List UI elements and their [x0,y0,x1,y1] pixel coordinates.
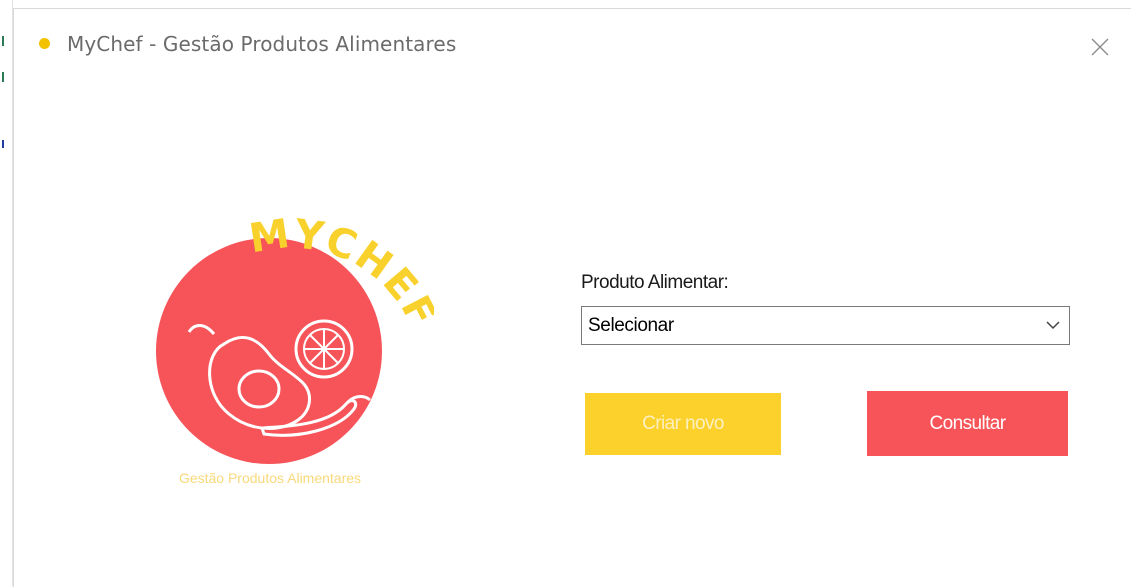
create-new-label: Criar novo [642,413,724,434]
create-new-button[interactable]: Criar novo [585,393,781,455]
background-window-edge [0,0,13,586]
background-window-mark [2,72,10,82]
mychef-logo: MYCHEF [156,211,434,464]
background-window-mark [2,140,10,148]
product-dropdown-value: Selecionar [588,315,674,336]
app-icon [39,38,50,49]
consult-button[interactable]: Consultar [867,391,1068,456]
app-window: MyChef - Gestão Produtos Alimentares MYC… [13,8,1131,587]
title-bar[interactable]: MyChef - Gestão Produtos Alimentares [14,9,1131,81]
window-title: MyChef - Gestão Produtos Alimentares [67,32,457,56]
close-button[interactable] [1080,27,1120,67]
chevron-down-icon [1046,321,1060,330]
product-dropdown[interactable]: Selecionar [581,306,1070,345]
product-label: Produto Alimentar: [581,272,729,293]
background-window-mark [2,36,10,46]
close-icon [1091,38,1109,56]
logo-caption: Gestão Produtos Alimentares [178,470,362,486]
consult-label: Consultar [929,412,1007,434]
